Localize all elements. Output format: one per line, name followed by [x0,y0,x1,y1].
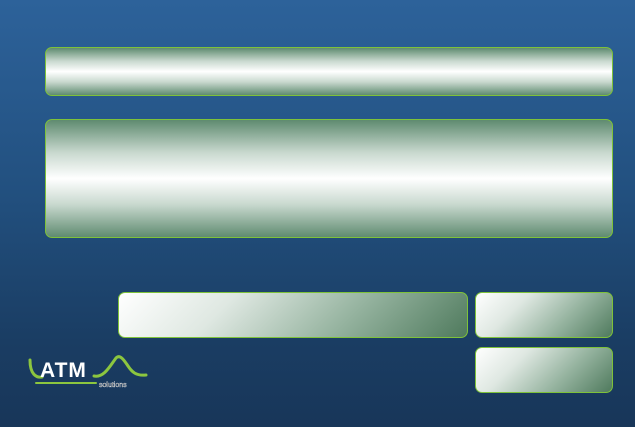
title-bar-text [46,48,612,62]
secondary-button-label [476,348,612,362]
input-field[interactable] [118,292,468,338]
input-field-value [119,293,467,307]
secondary-button[interactable] [475,347,613,393]
logo-swoosh-right [92,355,148,378]
atm-solutions-logo: ATM solutions [28,355,148,389]
logo-tagline: solutions [99,382,127,389]
content-panel [45,119,613,238]
primary-button[interactable] [475,292,613,338]
title-bar [45,47,613,96]
content-panel-text [46,120,612,134]
logo-wordmark: ATM [40,359,87,382]
primary-button-label [476,293,612,307]
